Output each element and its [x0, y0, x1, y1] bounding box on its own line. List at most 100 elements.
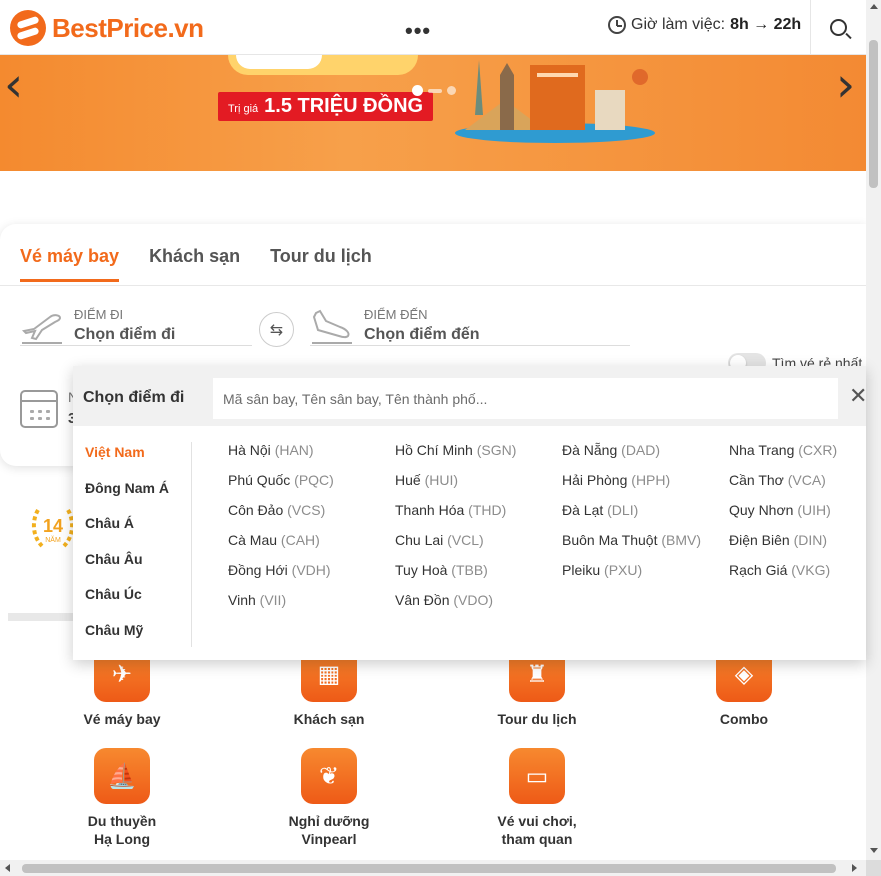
scroll-right-arrow[interactable] [852, 864, 857, 872]
badge-text: NĂM [45, 535, 61, 544]
from-field[interactable]: ĐIỂM ĐI Chọn điểm đi [20, 305, 175, 345]
banner-next-arrow[interactable]: › [836, 57, 855, 113]
city-option[interactable]: Pleiku (PXU) [562, 560, 729, 580]
to-value: Chọn điểm đến [364, 325, 480, 343]
vinpearl-icon: ❦ [301, 748, 357, 804]
carousel-dot[interactable] [428, 88, 442, 93]
takeoff-icon [21, 314, 62, 344]
airport-code: (BMV) [661, 532, 702, 548]
vertical-scrollbar[interactable] [866, 0, 881, 860]
city-option[interactable]: Tuy Hoà (TBB) [395, 560, 562, 580]
city-name: Quy Nhơn [729, 502, 794, 518]
to-label: ĐIỂM ĐẾN [364, 306, 428, 322]
city-option[interactable]: Điện Biên (DIN) [729, 530, 859, 550]
close-icon[interactable]: ✕ [849, 386, 867, 408]
city-option[interactable]: Hà Nội (HAN) [228, 440, 395, 460]
city-option[interactable]: Cần Thơ (VCA) [729, 470, 859, 490]
city-option[interactable]: Chu Lai (VCL) [395, 530, 562, 550]
city-option[interactable]: Rạch Giá (VKG) [729, 560, 859, 580]
tab-hotels[interactable]: Khách sạn [149, 246, 240, 282]
city-name: Vinh [228, 592, 256, 608]
working-hours: Giờ làm việc: 8h → 22h [608, 16, 801, 34]
dropdown-header: Chọn điểm đi ✕ [73, 366, 867, 426]
ticket-icon: ▭ [509, 748, 565, 804]
service-label: Vé máy bay [83, 711, 161, 727]
airport-code: (VDO) [453, 592, 494, 608]
region-item[interactable]: Châu Mỹ [85, 620, 191, 656]
city-option[interactable]: Đà Lạt (DLI) [562, 500, 729, 520]
city-name: Vân Đồn [395, 592, 450, 608]
vertical-scroll-thumb[interactable] [869, 40, 878, 188]
region-item[interactable]: Châu Âu [85, 549, 191, 585]
city-name: Tuy Hoà [395, 562, 448, 578]
booking-tabs: Vé máy bay Khách sạn Tour du lịch [20, 246, 372, 282]
landing-icon [312, 309, 352, 344]
city-name: Hải Phòng [562, 472, 628, 488]
more-menu-button[interactable]: ••• [405, 18, 431, 44]
service-halong-cruise[interactable]: ⛵ Du thuyền Hạ Long [57, 748, 187, 848]
city-option[interactable]: Đồng Hới (VDH) [228, 560, 395, 580]
city-option[interactable]: Cà Mau (CAH) [228, 530, 395, 550]
hours-value: 8h → 22h [730, 16, 802, 33]
city-option[interactable]: Phú Quốc (PQC) [228, 470, 395, 490]
departure-dropdown: Chọn điểm đi ✕ Việt NamĐông Nam ÁChâu ÁC… [73, 366, 867, 660]
city-name: Thanh Hóa [395, 502, 465, 518]
hours-label: Giờ làm việc: [631, 16, 726, 33]
promo-banner[interactable]: Trị giá 1.5 TRIỆU ĐỒNG ‹ › [0, 55, 866, 171]
horizontal-scroll-thumb[interactable] [22, 864, 836, 873]
calendar-icon[interactable] [20, 390, 58, 428]
brand-logo[interactable]: BestPrice.vn [10, 10, 204, 46]
airport-code: (DLI) [607, 502, 639, 518]
region-item[interactable]: Châu Úc [85, 584, 191, 620]
banner-pill-inner [236, 55, 322, 69]
city-name: Hà Nội [228, 442, 271, 458]
tab-tours[interactable]: Tour du lịch [270, 246, 372, 282]
airport-code: (CAH) [280, 532, 320, 548]
city-option[interactable]: Quy Nhơn (UIH) [729, 500, 859, 520]
city-name: Chu Lai [395, 532, 444, 548]
carousel-dot-active[interactable] [412, 85, 423, 96]
region-item[interactable]: Châu Á [85, 513, 191, 549]
search-button[interactable] [810, 0, 866, 55]
scroll-up-arrow[interactable] [870, 4, 878, 9]
to-field[interactable]: ĐIỂM ĐẾN Chọn điểm đến [310, 305, 480, 345]
service-label: Tour du lịch [497, 711, 577, 727]
service-label: Vé vui chơi, tham quan [497, 813, 577, 847]
city-name: Rạch Giá [729, 562, 788, 578]
scroll-down-arrow[interactable] [870, 848, 878, 853]
boat-icon: ⛵ [94, 748, 150, 804]
scroll-left-arrow[interactable] [5, 864, 10, 872]
airport-search-input[interactable] [213, 378, 838, 419]
city-name: Huế [395, 472, 421, 488]
landmarks-illustration [455, 60, 655, 143]
city-name: Cà Mau [228, 532, 278, 548]
swap-icon: ⇆ [269, 320, 284, 339]
airport-code: (DAD) [621, 442, 661, 458]
city-option[interactable]: Vân Đồn (VDO) [395, 590, 562, 610]
region-item[interactable]: Việt Nam [85, 442, 191, 478]
city-option[interactable]: Buôn Ma Thuột (BMV) [562, 530, 729, 550]
region-item[interactable]: Đông Nam Á [85, 478, 191, 514]
banner-prev-arrow[interactable]: ‹ [4, 57, 23, 113]
city-option[interactable]: Hồ Chí Minh (SGN) [395, 440, 562, 460]
scrollbar-corner [866, 860, 881, 876]
tab-flights[interactable]: Vé máy bay [20, 246, 120, 282]
service-vinpearl[interactable]: ❦ Nghỉ dưỡng Vinpearl [264, 748, 394, 848]
service-label: Khách sạn [293, 711, 365, 727]
city-option[interactable]: Hải Phòng (HPH) [562, 470, 729, 490]
city-option[interactable]: Vinh (VII) [228, 590, 395, 610]
city-option[interactable]: Nha Trang (CXR) [729, 440, 859, 460]
horizontal-scrollbar[interactable] [0, 860, 866, 876]
city-option[interactable]: Đà Nẵng (DAD) [562, 440, 729, 460]
city-option[interactable]: Côn Đảo (VCS) [228, 500, 395, 520]
city-name: Cần Thơ [729, 472, 784, 488]
city-option[interactable]: Thanh Hóa (THD) [395, 500, 562, 520]
airport-code: (DIN) [793, 532, 828, 548]
city-option[interactable]: Huế (HUI) [395, 470, 562, 490]
swap-button[interactable]: ⇆ [259, 312, 294, 347]
city-name: Nha Trang [729, 442, 795, 458]
service-attraction-tickets[interactable]: ▭ Vé vui chơi, tham quan [472, 748, 602, 848]
from-label: ĐIỂM ĐI [74, 306, 124, 322]
city-name: Buôn Ma Thuột [562, 532, 658, 548]
service-label: Nghỉ dưỡng Vinpearl [288, 813, 370, 847]
